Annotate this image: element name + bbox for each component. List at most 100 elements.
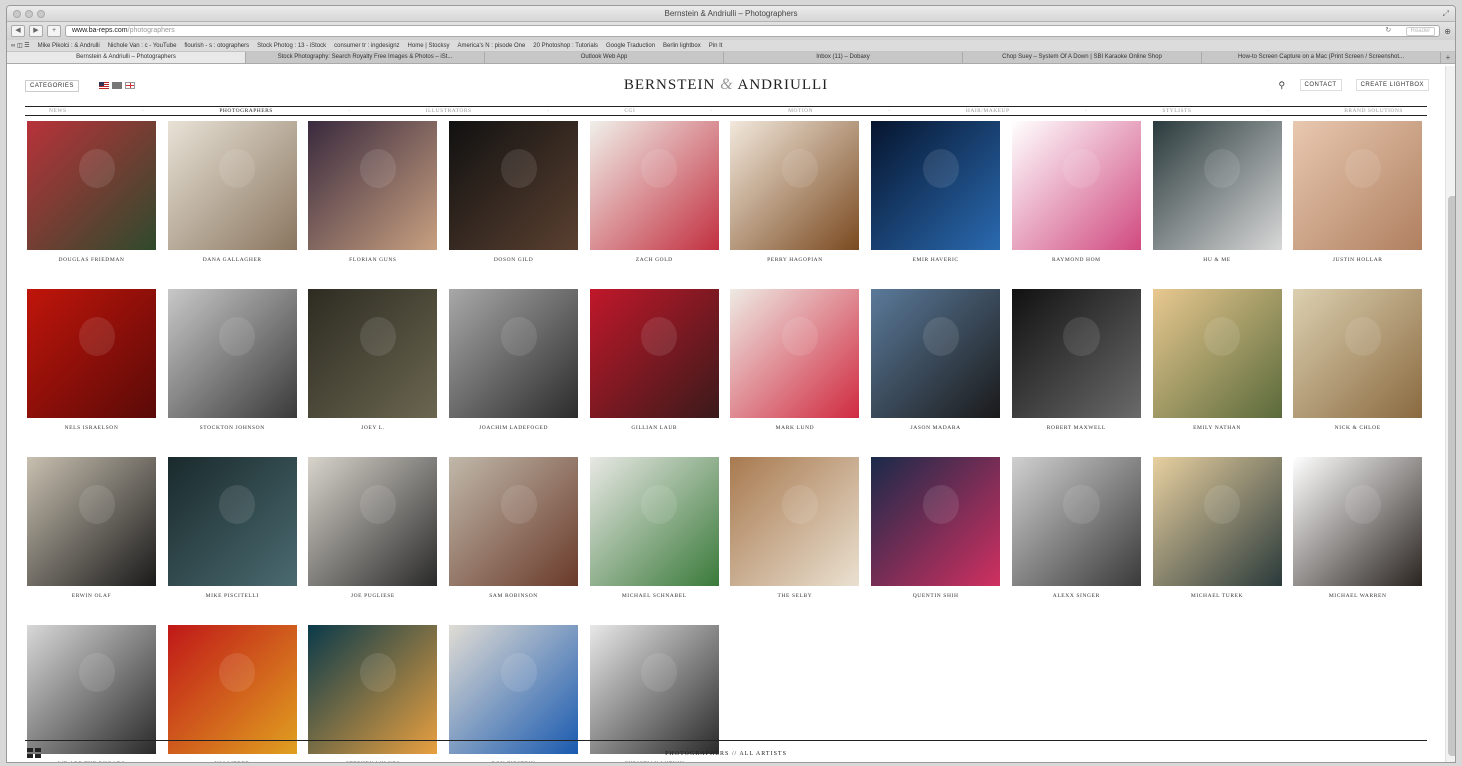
browser-tab[interactable]: Stock Photography: Search Royalty Free I… — [246, 52, 485, 63]
artist-thumbnail[interactable] — [1011, 457, 1141, 586]
artist-thumbnail[interactable] — [589, 121, 719, 250]
scrollbar[interactable] — [1445, 66, 1455, 762]
search-icon[interactable]: ⚲ — [1278, 80, 1285, 91]
artist-card[interactable]: HU & ME — [1152, 121, 1282, 263]
artist-thumbnail[interactable] — [308, 625, 438, 754]
artist-thumbnail[interactable] — [449, 289, 579, 418]
artist-thumbnail[interactable] — [1293, 121, 1423, 250]
artist-name[interactable]: STOCKTON JOHNSON — [168, 425, 297, 431]
bookmark-item[interactable]: Berlin lightbox — [663, 43, 701, 49]
artist-card[interactable]: QUENTIN SHIH — [871, 457, 1001, 599]
artist-card[interactable]: PERRY HAGOPIAN — [730, 121, 860, 263]
reload-icon[interactable]: ↻ — [1385, 26, 1391, 36]
artist-card[interactable]: JOEY L. — [308, 289, 438, 431]
bookmark-item[interactable]: Google Traduction — [606, 43, 655, 49]
artist-card[interactable]: JOE PUGLIESE — [308, 457, 438, 599]
reader-button[interactable]: Reader — [1405, 27, 1436, 36]
artist-thumbnail[interactable] — [871, 289, 1001, 418]
artist-card[interactable]: JASON MADARA — [871, 289, 1001, 431]
artist-thumbnail[interactable] — [1152, 121, 1282, 250]
artist-card[interactable]: NICK & CHLOE — [1293, 289, 1423, 431]
artist-name[interactable]: MARK LUND — [730, 425, 859, 431]
artist-name[interactable]: MICHAEL TUREK — [1153, 593, 1282, 599]
artist-thumbnail[interactable] — [449, 625, 579, 754]
artist-thumbnail[interactable] — [589, 289, 719, 418]
artist-thumbnail[interactable] — [1152, 457, 1282, 586]
artist-card[interactable]: STOCKTON JOHNSON — [167, 289, 297, 431]
artist-thumbnail[interactable] — [1011, 121, 1141, 250]
artist-thumbnail[interactable] — [27, 625, 156, 754]
artist-name[interactable]: ROBERT MAXWELL — [1012, 425, 1141, 431]
grid-view-icon[interactable] — [27, 748, 41, 758]
nav-item-brand-solutions[interactable]: BRAND SOLUTIONS — [1344, 107, 1403, 115]
artist-card[interactable]: JUSTIN HOLLAR — [1293, 121, 1423, 263]
artist-name[interactable]: NELS ISRAELSON — [27, 425, 156, 431]
bookmark-item[interactable]: 20 Photoshop : Tutorials — [533, 43, 598, 49]
artist-card[interactable]: RAYMOND HOM — [1011, 121, 1141, 263]
artist-thumbnail[interactable] — [449, 121, 579, 250]
artist-card[interactable]: MICHAEL WARREN — [1293, 457, 1423, 599]
artist-card[interactable]: DOUGLAS FRIEDMAN — [27, 121, 156, 263]
nav-item-illustrators[interactable]: ILLUSTRATORS — [426, 107, 472, 115]
bookmark-item[interactable]: consumer tr : ingdesignz — [334, 43, 399, 49]
artist-name[interactable]: HU & ME — [1153, 257, 1282, 263]
artist-name[interactable]: JOE PUGLIESE — [308, 593, 437, 599]
artist-name[interactable]: QUENTIN SHIH — [871, 593, 1000, 599]
artist-card[interactable]: EMIR HAVERIC — [871, 121, 1001, 263]
artist-thumbnail[interactable] — [27, 289, 156, 418]
footer-breadcrumb[interactable]: PHOTOGRAPHERS // ALL ARTISTS — [25, 741, 1427, 762]
nav-item-news[interactable]: NEWS — [49, 107, 67, 115]
artist-thumbnail[interactable] — [589, 457, 719, 586]
artist-name[interactable]: ZACH GOLD — [590, 257, 719, 263]
reading-list-icon[interactable]: ∞ ◫ ☰ — [11, 42, 30, 49]
artist-thumbnail[interactable] — [730, 121, 860, 250]
artist-name[interactable]: EMIR HAVERIC — [871, 257, 1000, 263]
artist-name[interactable]: DOUGLAS FRIEDMAN — [27, 257, 156, 263]
nav-item-motion[interactable]: MOTION — [788, 107, 813, 115]
artist-card[interactable]: FLORIAN GUNS — [308, 121, 438, 263]
artist-thumbnail[interactable] — [308, 121, 438, 250]
artist-card[interactable]: ERWIN OLAF — [27, 457, 156, 599]
artist-thumbnail[interactable] — [871, 457, 1001, 586]
artist-card[interactable]: THE SELBY — [730, 457, 860, 599]
scrollbar-thumb[interactable] — [1448, 196, 1455, 756]
browser-tab[interactable]: How-to Screen Capture on a Mac (Print Sc… — [1202, 52, 1441, 63]
artist-name[interactable]: RAYMOND HOM — [1012, 257, 1141, 263]
artist-thumbnail[interactable] — [27, 457, 156, 586]
artist-name[interactable]: DANA GALLAGHER — [168, 257, 297, 263]
close-button[interactable] — [13, 10, 21, 18]
browser-tab[interactable]: Bernstein & Andriulli – Photographers — [7, 52, 246, 63]
artist-thumbnail[interactable] — [589, 625, 719, 754]
artist-name[interactable]: JASON MADARA — [871, 425, 1000, 431]
artist-card[interactable]: ZACH GOLD — [589, 121, 719, 263]
artist-thumbnail[interactable] — [1152, 289, 1282, 418]
back-button[interactable]: ◀ — [11, 25, 25, 37]
forward-button[interactable]: ▶ — [29, 25, 43, 37]
bookmark-item[interactable]: flourish - s : otographers — [184, 43, 249, 49]
artist-card[interactable]: DANA GALLAGHER — [167, 121, 297, 263]
artist-name[interactable]: THE SELBY — [730, 593, 859, 599]
artist-thumbnail[interactable] — [871, 121, 1001, 250]
nav-item-photographers[interactable]: PHOTOGRAPHERS — [219, 107, 272, 115]
artist-thumbnail[interactable] — [730, 457, 860, 586]
add-tab-icon[interactable]: + — [1441, 52, 1455, 63]
artist-thumbnail[interactable] — [167, 121, 297, 250]
zoom-button[interactable] — [37, 10, 45, 18]
nav-item-cgi[interactable]: CGI — [624, 107, 635, 115]
downloads-icon[interactable]: ⊕ — [1444, 27, 1451, 36]
artist-thumbnail[interactable] — [167, 289, 297, 418]
artist-card[interactable]: MICHAEL SCHNABEL — [589, 457, 719, 599]
artist-name[interactable]: PERRY HAGOPIAN — [730, 257, 859, 263]
bookmark-item[interactable]: America's N : pisode One — [457, 43, 525, 49]
artist-thumbnail[interactable] — [1293, 457, 1423, 586]
artist-card[interactable]: ALEXX SINGER — [1011, 457, 1141, 599]
artist-card[interactable]: GILLIAN LAUB — [589, 289, 719, 431]
artist-name[interactable]: JOACHIM LADEFOGED — [449, 425, 578, 431]
artist-card[interactable]: MIKE PISCITELLI — [167, 457, 297, 599]
artist-name[interactable]: SAM ROBINSON — [449, 593, 578, 599]
artist-thumbnail[interactable] — [730, 289, 860, 418]
artist-name[interactable]: EMILY NATHAN — [1153, 425, 1282, 431]
artist-name[interactable]: JOEY L. — [308, 425, 437, 431]
new-tab-button[interactable]: + — [47, 25, 61, 37]
artist-card[interactable]: NELS ISRAELSON — [27, 289, 156, 431]
